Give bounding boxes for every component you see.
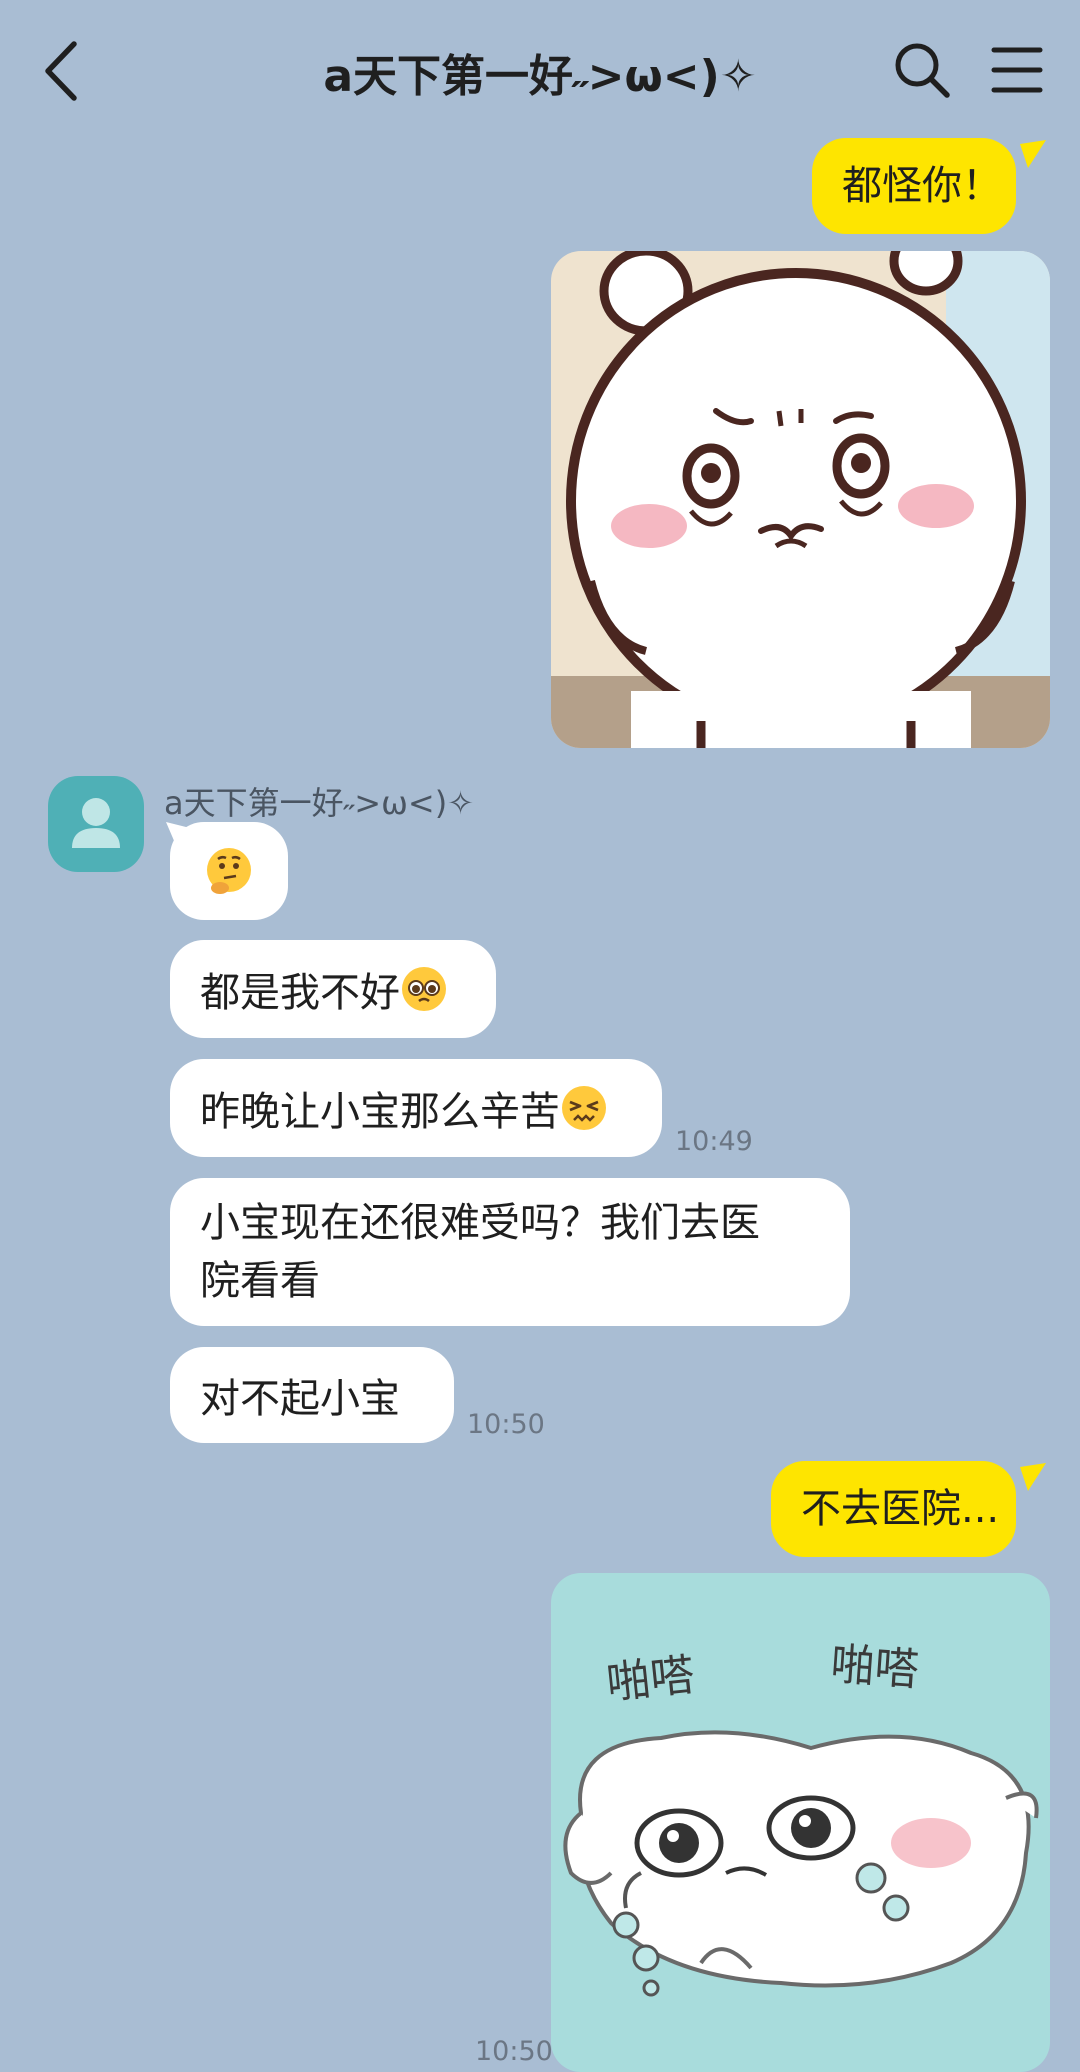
sticker-caption-right: 啪嗒 xyxy=(829,1638,921,1696)
chevron-left-icon xyxy=(45,41,77,101)
incoming-message-bubble[interactable]: 小宝现在还很难受吗？我们去医 院看看 xyxy=(170,1178,850,1326)
message-text: 都是我不好 xyxy=(200,970,400,1016)
sticker-caption-left: 啪嗒 xyxy=(604,1649,697,1710)
message-text: 都怪你！ xyxy=(842,163,1002,209)
bubble-tail xyxy=(1020,1463,1046,1491)
incoming-message-bubble[interactable]: 都是我不好 xyxy=(170,940,496,1038)
message-text: 对不起小宝 xyxy=(200,1376,400,1422)
message-timestamp: 10:49 xyxy=(675,1126,753,1157)
chat-title: a天下第一好˶>ω<)✧ xyxy=(323,51,757,102)
search-button[interactable] xyxy=(892,40,952,100)
chat-header: a天下第一好˶>ω<)✧ xyxy=(0,0,1080,140)
incoming-message-bubble[interactable] xyxy=(170,822,288,920)
thinking-face-emoji xyxy=(207,848,251,894)
hamburger-menu-icon xyxy=(991,47,1043,93)
search-icon xyxy=(895,43,950,98)
confounded-face-emoji xyxy=(562,1086,606,1130)
menu-button[interactable] xyxy=(990,44,1044,96)
outgoing-message-bubble[interactable]: 不去医院... xyxy=(771,1461,1016,1557)
sender-avatar[interactable] xyxy=(48,776,144,872)
sticker-image-crying-dog[interactable]: 啪嗒 啪嗒 xyxy=(551,1573,1050,2072)
message-text-line-1: 小宝现在还很难受吗？我们去医 xyxy=(200,1200,760,1246)
incoming-message-bubble[interactable]: 对不起小宝 xyxy=(170,1347,454,1443)
outgoing-message-bubble[interactable]: 都怪你！ xyxy=(812,138,1016,234)
pleading-face-emoji xyxy=(402,967,446,1011)
back-button[interactable] xyxy=(38,38,88,104)
user-silhouette-icon xyxy=(72,798,120,848)
message-text-line-2: 院看看 xyxy=(200,1258,320,1304)
message-timestamp: 10:50 xyxy=(467,1409,545,1440)
message-text: 昨晚让小宝那么辛苦 xyxy=(200,1089,560,1135)
incoming-message-bubble[interactable]: 昨晚让小宝那么辛苦 xyxy=(170,1059,662,1157)
message-text: 不去医院... xyxy=(801,1486,1000,1532)
sticker-image-angry-bear[interactable] xyxy=(551,251,1050,748)
bubble-tail xyxy=(1020,140,1046,168)
message-timestamp: 10:50 xyxy=(475,2036,553,2067)
sender-name: a天下第一好˶>ω<)✧ xyxy=(164,784,474,822)
sticker-angry-bear xyxy=(551,251,1050,748)
